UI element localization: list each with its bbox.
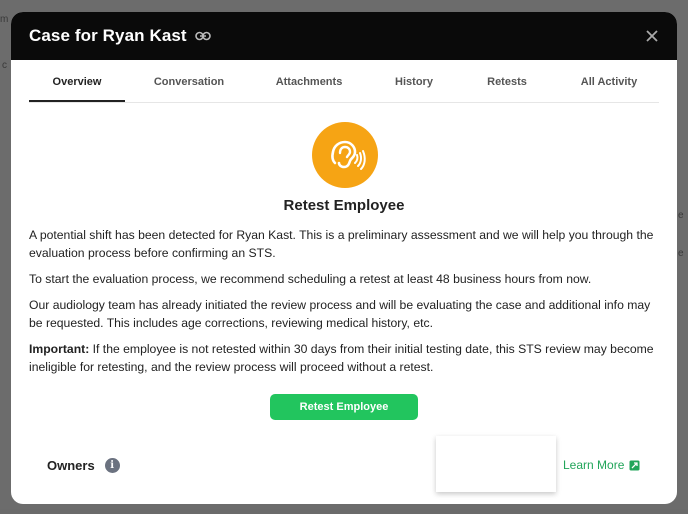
learn-more-label: Learn More — [563, 458, 625, 472]
modal-header: Case for Ryan Kast — [11, 12, 677, 60]
important-text: If the employee is not retested within 3… — [29, 342, 654, 374]
important-label: Important: — [29, 342, 90, 356]
popup-card — [436, 436, 556, 492]
owners-section: Owners i — [47, 458, 120, 473]
ear-icon — [312, 122, 378, 188]
close-icon[interactable] — [643, 27, 661, 45]
retest-employee-button[interactable]: Retest Employee — [270, 394, 418, 420]
tab-history[interactable]: History — [365, 72, 463, 102]
tab-retests[interactable]: Retests — [463, 72, 551, 102]
tab-attachments[interactable]: Attachments — [253, 72, 365, 102]
owners-label: Owners — [47, 458, 95, 473]
tab-all-activity[interactable]: All Activity — [551, 72, 667, 102]
info-icon[interactable]: i — [104, 458, 120, 473]
case-modal: Case for Ryan Kast Overview Conversation… — [11, 12, 677, 504]
hero-title: Retest Employee — [283, 197, 405, 214]
link-icon[interactable] — [194, 31, 211, 41]
paragraph-recommendation: To start the evaluation process, we reco… — [29, 272, 592, 286]
paragraph-audiology-review: Our audiology team has already initiated… — [29, 298, 651, 330]
tab-bar: Overview Conversation Attachments Histor… — [29, 72, 659, 103]
case-description: A potential shift has been detected for … — [29, 226, 661, 384]
tab-overview[interactable]: Overview — [29, 72, 125, 102]
modal-title: Case for Ryan Kast — [29, 26, 187, 45]
paragraph-shift-detected: A potential shift has been detected for … — [29, 228, 654, 260]
external-link-icon — [629, 460, 640, 471]
tab-conversation[interactable]: Conversation — [125, 72, 253, 102]
learn-more-link[interactable]: Learn More — [563, 458, 640, 472]
paragraph-important: Important: If the employee is not retest… — [29, 340, 661, 376]
